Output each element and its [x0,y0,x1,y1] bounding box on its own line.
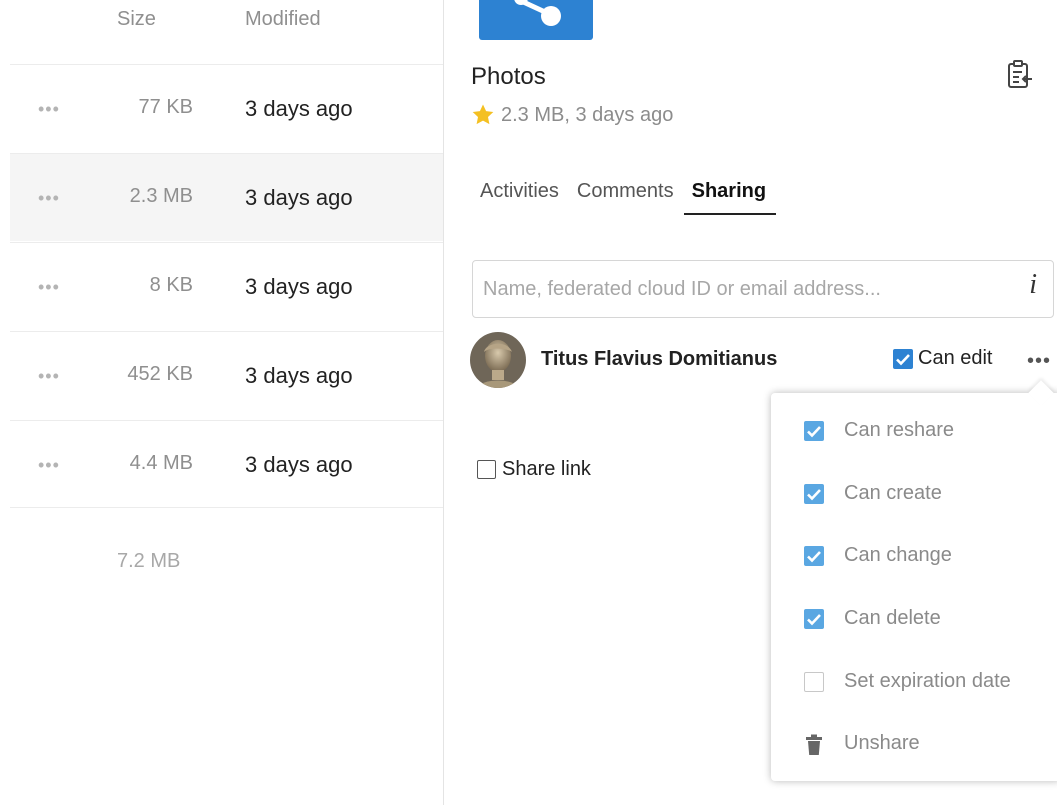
total-size-summary: 7.2 MB [117,550,181,572]
file-modified: 3 days ago [245,185,353,210]
menu-item-label: Can delete [844,607,941,629]
can-edit-checkbox[interactable]: Can edit [893,347,993,370]
tab-sharing[interactable]: Sharing [683,180,777,215]
file-size: 452 KB [127,363,193,385]
file-modified: 3 days ago [245,452,353,477]
menu-item-label: Can create [844,482,942,504]
column-header-size[interactable]: Size [117,8,156,31]
share-options-popover: Can reshare Can create Can change Can de… [771,380,1057,781]
share-entry: Titus Flavius Domitianus Can edit ••• [470,332,1057,390]
clipboard-icon[interactable] [1006,60,1034,90]
menu-item-can-reshare[interactable]: Can reshare [771,401,1057,463]
menu-item-can-change[interactable]: Can change [771,526,1057,588]
file-actions-menu-icon[interactable]: ••• [38,99,60,120]
share-search-box: i [472,260,1054,318]
file-modified: 3 days ago [245,363,353,388]
menu-item-label: Set expiration date [844,670,1011,692]
menu-item-label: Unshare [844,732,920,754]
tab-comments[interactable]: Comments [577,180,674,215]
file-size: 8 KB [149,274,193,296]
menu-item-label: Can change [844,544,952,566]
menu-item-set-expiration-date[interactable]: Set expiration date [771,652,1057,714]
checkbox-checked-icon [893,348,913,369]
file-row[interactable]: ••• 77 KB 3 days ago [10,64,443,152]
menu-item-label: Can reshare [844,419,955,441]
share-link-label: Share link [502,458,591,480]
trash-icon [804,734,824,755]
checkbox-empty-icon[interactable] [804,672,824,692]
file-modified: 3 days ago [245,96,353,121]
file-name-title: Photos [471,63,546,90]
share-options-menu-icon[interactable]: ••• [1027,350,1051,373]
file-actions-menu-icon[interactable]: ••• [38,188,60,209]
menu-item-can-create[interactable]: Can create [771,464,1057,526]
file-size-and-date: 2.3 MB, 3 days ago [501,103,674,126]
avatar [470,332,526,388]
file-size: 4.4 MB [129,452,193,474]
file-size: 2.3 MB [129,185,193,207]
file-size: 77 KB [138,96,193,118]
favorite-star-icon[interactable] [471,103,495,127]
checkbox-checked-icon[interactable] [804,484,824,504]
tab-activities[interactable]: Activities [480,180,559,215]
file-actions-menu-icon[interactable]: ••• [38,455,60,476]
file-actions-menu-icon[interactable]: ••• [38,277,60,298]
shared-folder-icon [479,0,593,40]
share-recipient-name: Titus Flavius Domitianus [541,348,778,370]
can-edit-label: Can edit [918,347,993,369]
file-actions-menu-icon[interactable]: ••• [38,366,60,387]
details-sidebar: Photos 2.3 MB, 3 days ago Activities Com… [444,0,1057,805]
checkbox-empty-icon [477,460,496,479]
info-icon[interactable]: i [1029,269,1037,301]
file-meta: 2.3 MB, 3 days ago [471,103,673,127]
menu-item-unshare[interactable]: Unshare [771,714,1057,776]
file-list: Size Modified ••• 77 KB 3 days ago ••• 2… [0,0,443,805]
checkbox-checked-icon[interactable] [804,546,824,566]
checkbox-checked-icon[interactable] [804,609,824,629]
file-row[interactable]: ••• 8 KB 3 days ago [10,242,443,330]
file-row[interactable]: ••• 452 KB 3 days ago [10,331,443,419]
file-row[interactable]: ••• 4.4 MB 3 days ago [10,420,443,508]
sidebar-tabs: Activities Comments Sharing [480,180,794,215]
checkbox-checked-icon[interactable] [804,421,824,441]
file-modified: 3 days ago [245,274,353,299]
share-link-checkbox[interactable]: Share link [477,458,591,481]
menu-item-can-delete[interactable]: Can delete [771,589,1057,651]
column-header-modified[interactable]: Modified [245,8,321,31]
share-with-input[interactable] [483,269,993,309]
file-row[interactable]: ••• 2.3 MB 3 days ago [10,153,443,241]
